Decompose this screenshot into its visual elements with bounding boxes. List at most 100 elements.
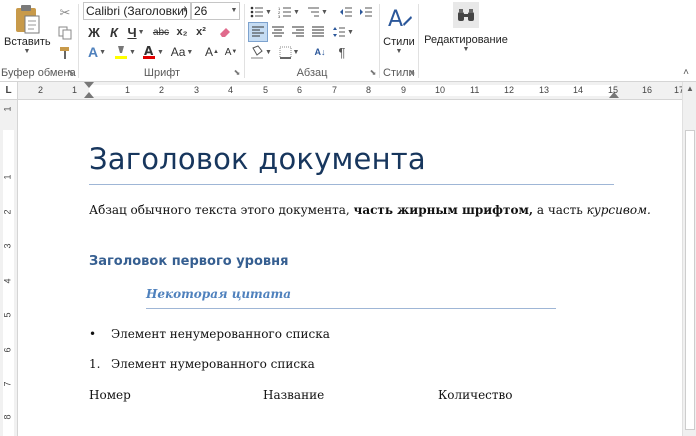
format-painter-button[interactable] xyxy=(55,43,75,63)
vertical-ruler[interactable]: 1 1 2 3 4 5 6 7 8 xyxy=(0,100,18,436)
para-italic-text: курсивом. xyxy=(586,203,651,217)
table-header-cell[interactable]: Название xyxy=(263,388,324,402)
font-dialog-launcher[interactable]: ⬊ xyxy=(233,69,241,77)
line-spacing-button[interactable]: ▼ xyxy=(330,22,356,42)
horizontal-ruler[interactable]: 2 1 1 2 3 4 5 6 7 8 9 10 11 12 13 14 15 16 17 xyxy=(18,82,684,100)
ruler-number: 4 xyxy=(228,85,234,95)
highlight-color-button[interactable]: ▼ xyxy=(112,42,138,62)
left-indent-marker[interactable] xyxy=(84,92,94,98)
italic-button[interactable]: К xyxy=(104,22,124,42)
strikethrough-button[interactable]: abc xyxy=(150,22,172,42)
multilevel-list-icon xyxy=(308,7,320,17)
shrink-font-button[interactable]: A ▼ xyxy=(221,42,241,62)
table-header-cell[interactable]: Количество xyxy=(438,388,513,402)
font-name-value: Calibri (Заголовки) xyxy=(86,4,188,18)
decrease-indent-icon xyxy=(340,7,352,17)
clear-formatting-button[interactable] xyxy=(215,22,235,42)
font-color-button[interactable]: A ▼ xyxy=(140,42,166,62)
numbered-list-item[interactable]: 1. Элемент нумерованного списка xyxy=(89,357,315,371)
bold-label: Ж xyxy=(88,24,100,40)
format-painter-icon xyxy=(60,47,69,59)
borders-button[interactable]: ▼ xyxy=(276,42,302,62)
scissors-icon: ✂ xyxy=(59,5,71,20)
chevron-down-icon: ▼ xyxy=(99,48,107,56)
ruler-number: 4 xyxy=(2,278,13,284)
text-effects-icon: A xyxy=(87,44,99,60)
bullet-list-item[interactable]: • Элемент ненумерованного списка xyxy=(89,327,330,341)
align-right-button[interactable] xyxy=(288,22,308,42)
sort-button[interactable]: A↓ xyxy=(310,42,330,62)
svg-text:A: A xyxy=(144,44,154,58)
ruler-number: 6 xyxy=(2,347,13,353)
scroll-thumb[interactable] xyxy=(685,130,695,430)
paste-button[interactable]: Вставить ▼ xyxy=(4,2,51,58)
copy-button[interactable] xyxy=(55,23,75,43)
tab-selector[interactable]: L xyxy=(0,82,18,100)
separator xyxy=(418,4,419,78)
ruler-number: 5 xyxy=(263,85,269,95)
styles-dialog-launcher[interactable]: ⬊ xyxy=(408,69,416,77)
separator xyxy=(244,4,245,78)
increase-indent-button[interactable] xyxy=(356,2,376,22)
chevron-down-icon: ▼ xyxy=(157,48,164,56)
chevron-down-icon: ▼ xyxy=(321,8,328,16)
font-name-combo[interactable]: Calibri (Заголовки) ▼ xyxy=(83,2,191,20)
cut-button[interactable]: ✂ xyxy=(55,3,75,23)
show-marks-button[interactable]: ¶ xyxy=(332,42,352,62)
superscript-button[interactable]: x² xyxy=(191,22,211,42)
document-page[interactable]: Заголовок документа Абзац обычного текст… xyxy=(18,100,682,436)
bold-button[interactable]: Ж xyxy=(84,22,104,42)
grow-font-button[interactable]: A ▲ xyxy=(202,42,222,62)
multilevel-list-button[interactable]: ▼ xyxy=(304,2,330,22)
first-line-indent-marker[interactable] xyxy=(84,82,94,88)
chevron-down-icon: ▼ xyxy=(395,48,403,55)
chevron-down-icon[interactable]: ▼ xyxy=(229,3,239,19)
document-title[interactable]: Заголовок документа xyxy=(89,142,426,176)
para-normal-text: Абзац обычного текста этого документа, xyxy=(89,203,354,217)
subscript-button[interactable]: x₂ xyxy=(172,22,192,42)
clipboard-dialog-launcher[interactable]: ⬊ xyxy=(67,69,75,77)
binoculars-icon xyxy=(453,2,479,28)
collapse-ribbon-button[interactable]: ˄ xyxy=(680,68,692,78)
ruler-number: 9 xyxy=(401,85,407,95)
chevron-down-icon[interactable]: ▼ xyxy=(180,3,190,19)
chevron-down-icon: ▼ xyxy=(265,48,272,56)
text-effects-button[interactable]: A ▼ xyxy=(84,42,110,62)
decrease-indent-button[interactable] xyxy=(336,2,356,22)
change-case-button[interactable]: Aa ▼ xyxy=(169,42,195,62)
heading-level-1[interactable]: Заголовок первого уровня xyxy=(89,254,288,269)
body-paragraph[interactable]: Абзац обычного текста этого документа, ч… xyxy=(89,203,651,217)
ruler-number: 16 xyxy=(642,85,653,95)
align-center-button[interactable] xyxy=(268,22,288,42)
editing-button[interactable]: Редактирование ▼ xyxy=(420,2,512,64)
bullets-button[interactable]: ▼ xyxy=(248,2,274,22)
bullet-item-text: Элемент ненумерованного списка xyxy=(111,327,330,341)
font-size-combo[interactable]: 26 ▼ xyxy=(191,2,240,20)
chevron-down-icon: ▼ xyxy=(293,8,300,16)
svg-text:3: 3 xyxy=(278,14,281,18)
vertical-scrollbar[interactable]: ▲ xyxy=(682,82,696,436)
align-left-button[interactable] xyxy=(248,22,268,42)
quote-text[interactable]: Некоторая цитата xyxy=(146,287,291,301)
eraser-icon xyxy=(220,28,230,37)
ruler-number: 10 xyxy=(435,85,446,95)
font-color-icon: A xyxy=(143,44,156,59)
paragraph-group: ▼ 1 2 3 ▼ ▼ ▼ ▼ ▼ A↓ ¶ Абзац ⬊ xyxy=(246,0,378,81)
paragraph-dialog-launcher[interactable]: ⬊ xyxy=(369,69,377,77)
clipboard-group: Вставить ▼ ✂ Буфер обмена ⬊ xyxy=(0,0,76,81)
styles-button[interactable]: A Стили ▼ xyxy=(381,2,417,64)
styles-group: A Стили ▼ Стили ⬊ xyxy=(381,0,417,81)
ruler-number: 5 xyxy=(2,312,13,318)
number-marker: 1. xyxy=(89,357,101,371)
ruler-text-area xyxy=(89,85,614,96)
scroll-up-button[interactable]: ▲ xyxy=(683,82,696,96)
styles-icon: A xyxy=(388,7,412,32)
shading-button[interactable]: ▼ xyxy=(248,42,274,62)
ruler-number: 2 xyxy=(159,85,165,95)
justify-button[interactable] xyxy=(308,22,328,42)
table-header-cell[interactable]: Номер xyxy=(89,388,131,402)
numbering-button[interactable]: 1 2 3 ▼ xyxy=(276,2,302,22)
underline-button[interactable]: Ч ▼ xyxy=(123,22,149,42)
ruler-number: 14 xyxy=(573,85,584,95)
ruler-number: 6 xyxy=(297,85,303,95)
